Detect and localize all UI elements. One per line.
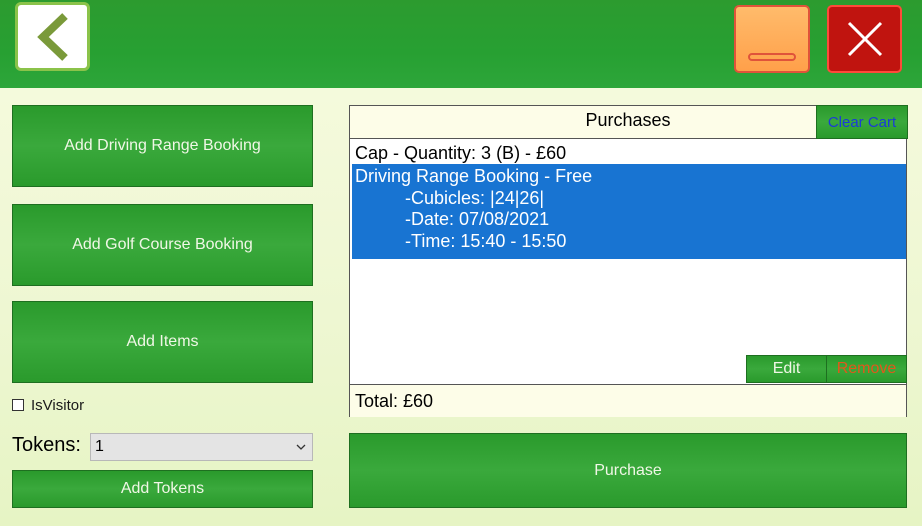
cart-list-item[interactable]: Cap - Quantity: 3 (B) - £60 [355, 143, 566, 164]
add-golf-course-booking-button[interactable]: Add Golf Course Booking [12, 204, 313, 286]
cart-item-time: -Time: 15:40 - 15:50 [405, 230, 567, 251]
tokens-select-value: 1 [95, 438, 104, 455]
cart-item-title: Driving Range Booking - Free [355, 166, 593, 186]
cart-item-date: -Date: 07/08/2021 [405, 209, 550, 229]
back-button[interactable] [15, 2, 90, 71]
cart-total: Total: £60 [350, 384, 906, 417]
is-visitor-checkbox[interactable] [12, 399, 24, 411]
cart-item-cubicles: -Cubicles: |24|26| [405, 187, 545, 208]
purchases-panel: Purchases Clear Cart Cap - Quantity: 3 (… [349, 105, 908, 417]
tokens-select[interactable]: 1 [90, 433, 313, 461]
add-items-button[interactable]: Add Items [12, 301, 313, 383]
title-bar [0, 0, 922, 88]
tokens-label: Tokens: [12, 434, 81, 456]
edit-button[interactable]: Edit [746, 355, 827, 383]
purchases-header: Purchases Clear Cart [350, 105, 908, 139]
is-visitor-row[interactable]: IsVisitor [12, 396, 84, 414]
close-icon [847, 21, 882, 57]
minimize-icon [748, 53, 796, 61]
chevron-down-icon [296, 444, 306, 450]
close-button[interactable] [827, 5, 902, 73]
chevron-left-icon [36, 12, 68, 61]
remove-button[interactable]: Remove [826, 355, 907, 383]
cart-list-item-selected[interactable]: Driving Range Booking - Free -Cubicles: … [352, 164, 906, 259]
add-driving-range-booking-button[interactable]: Add Driving Range Booking [12, 105, 313, 187]
add-tokens-button[interactable]: Add Tokens [12, 470, 313, 508]
purchase-button[interactable]: Purchase [349, 433, 907, 508]
clear-cart-button[interactable]: Clear Cart [816, 105, 908, 139]
is-visitor-label: IsVisitor [31, 396, 85, 414]
minimize-button[interactable] [734, 5, 810, 73]
